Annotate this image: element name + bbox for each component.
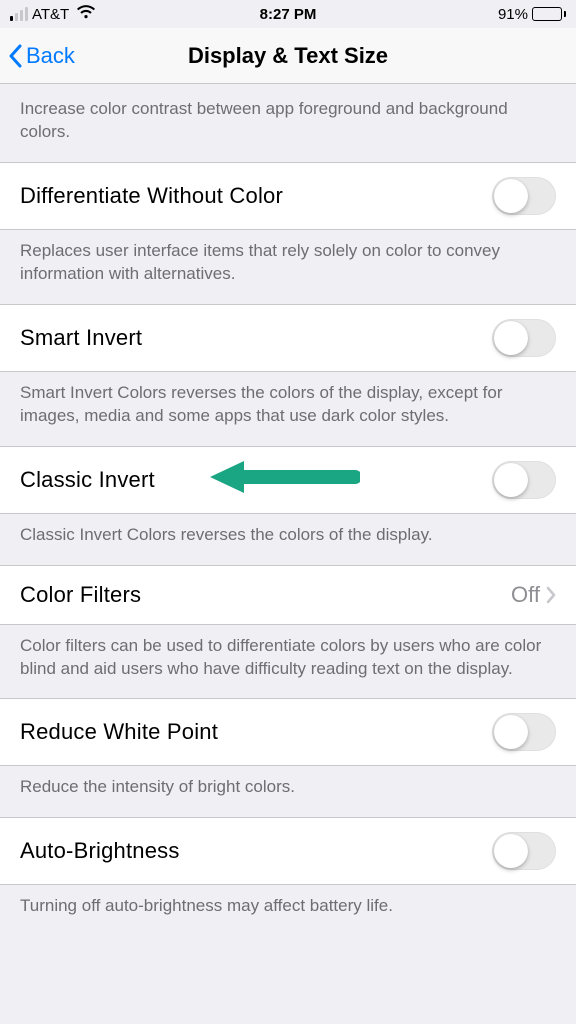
toggle-reduce-white-point[interactable] bbox=[492, 713, 556, 751]
row-auto-brightness[interactable]: Auto-Brightness bbox=[0, 817, 576, 885]
row-classic-invert[interactable]: Classic Invert bbox=[0, 446, 576, 514]
battery-percent: 91% bbox=[498, 6, 528, 23]
row-differentiate-without-color[interactable]: Differentiate Without Color bbox=[0, 162, 576, 230]
footer-color-filters: Color filters can be used to differentia… bbox=[0, 625, 576, 699]
nav-bar: Back Display & Text Size bbox=[0, 28, 576, 84]
toggle-classic-invert[interactable] bbox=[492, 461, 556, 499]
row-label: Smart Invert bbox=[20, 325, 142, 351]
settings-list[interactable]: Increase color contrast between app fore… bbox=[0, 84, 576, 1024]
color-filters-value: Off bbox=[511, 582, 540, 608]
carrier-label: AT&T bbox=[32, 6, 69, 23]
footer-differentiate-without-color: Replaces user interface items that rely … bbox=[0, 230, 576, 304]
toggle-smart-invert[interactable] bbox=[492, 319, 556, 357]
cell-signal-icon bbox=[10, 7, 28, 21]
row-label: Color Filters bbox=[20, 582, 141, 608]
footer-classic-invert: Classic Invert Colors reverses the color… bbox=[0, 514, 576, 565]
arrow-annotation-icon bbox=[210, 457, 360, 503]
footer-auto-brightness: Turning off auto-brightness may affect b… bbox=[0, 885, 576, 936]
chevron-right-icon bbox=[546, 586, 556, 604]
toggle-differentiate-without-color[interactable] bbox=[492, 177, 556, 215]
battery-icon bbox=[532, 7, 566, 21]
footer-smart-invert: Smart Invert Colors reverses the colors … bbox=[0, 372, 576, 446]
chevron-left-icon bbox=[8, 44, 22, 68]
row-reduce-white-point[interactable]: Reduce White Point bbox=[0, 698, 576, 766]
back-button[interactable]: Back bbox=[8, 28, 75, 83]
footer-reduce-white-point: Reduce the intensity of bright colors. bbox=[0, 766, 576, 817]
row-label: Reduce White Point bbox=[20, 719, 218, 745]
row-label: Classic Invert bbox=[20, 467, 155, 493]
wifi-icon bbox=[77, 5, 95, 23]
row-label: Differentiate Without Color bbox=[20, 183, 283, 209]
toggle-auto-brightness[interactable] bbox=[492, 832, 556, 870]
back-label: Back bbox=[26, 43, 75, 69]
row-color-filters[interactable]: Color Filters Off bbox=[0, 565, 576, 625]
footer-increase-contrast: Increase color contrast between app fore… bbox=[0, 84, 576, 162]
status-bar: AT&T 8:27 PM 91% bbox=[0, 0, 576, 28]
page-title: Display & Text Size bbox=[188, 43, 388, 69]
row-smart-invert[interactable]: Smart Invert bbox=[0, 304, 576, 372]
row-label: Auto-Brightness bbox=[20, 838, 180, 864]
